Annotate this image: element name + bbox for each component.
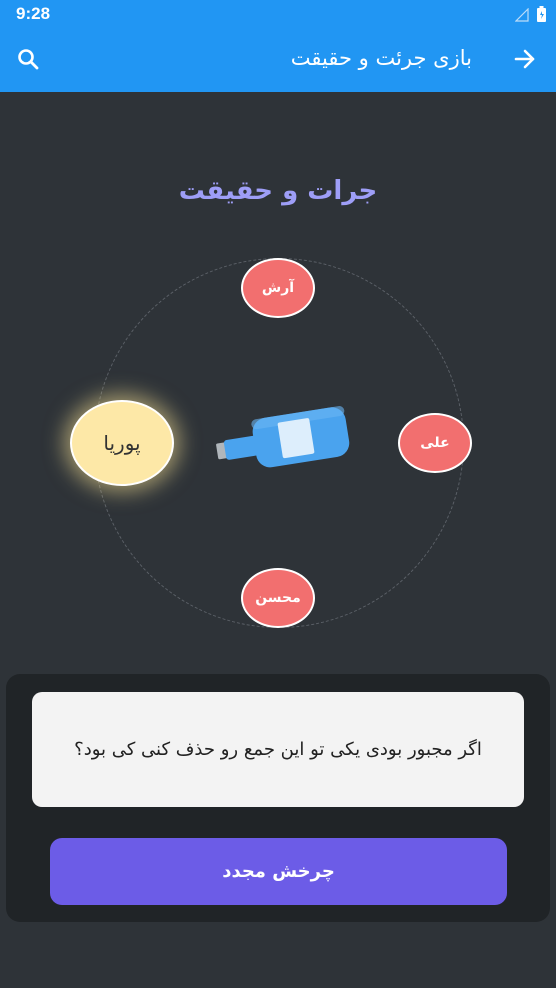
spin-again-button[interactable]: چرخش مجدد [50, 838, 507, 905]
player-mohsen[interactable]: محسن [241, 568, 315, 628]
bottle-icon [214, 404, 354, 474]
app-title: بازی جرئت و حقیقت [290, 46, 472, 70]
player-pouria-selected[interactable]: پوریا [70, 400, 174, 486]
search-icon [16, 47, 40, 75]
player-arash[interactable]: آرش [241, 258, 315, 318]
battery-icon [537, 6, 546, 26]
player-ali[interactable]: علی [398, 413, 472, 473]
status-bar: 9:28 [0, 0, 556, 30]
status-icons [514, 6, 546, 26]
status-time: 9:28 [16, 4, 51, 23]
back-button[interactable] [510, 46, 540, 76]
search-button[interactable] [12, 45, 44, 77]
signal-icon [514, 7, 529, 26]
game-title: جرات و حقیقت [178, 176, 378, 206]
spin-again-label: چرخش مجدد [222, 861, 335, 882]
question-card: اگر مجبور بودی یکی تو این جمع رو حذف کنی… [32, 692, 524, 807]
question-text: اگر مجبور بودی یکی تو این جمع رو حذف کنی… [74, 739, 482, 760]
app-bar: بازی جرئت و حقیقت [0, 30, 556, 92]
arrow-forward-icon [514, 48, 536, 74]
